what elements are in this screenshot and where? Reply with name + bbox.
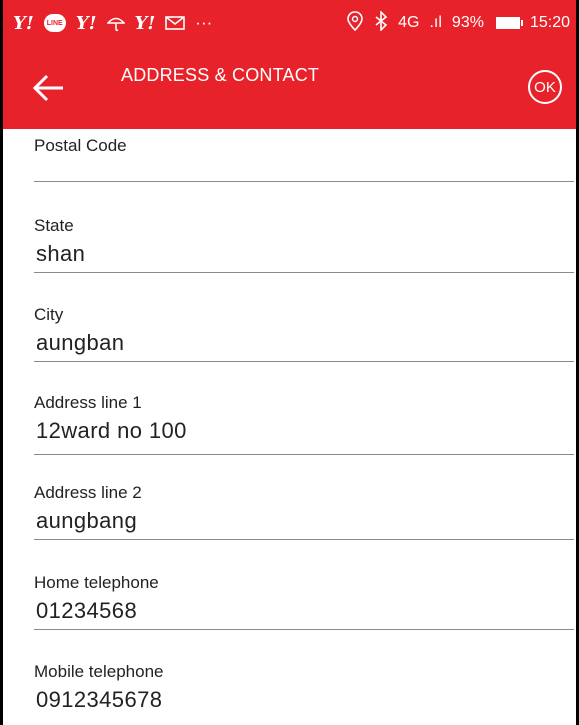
yahoo-icon: Y! bbox=[13, 12, 34, 34]
status-right: 4G .ıl 93% 15:20 bbox=[346, 9, 576, 36]
more-icon: ··· bbox=[195, 13, 213, 32]
network-icon: 4G bbox=[398, 14, 420, 31]
yahoo-icon: Y! bbox=[75, 12, 97, 34]
battery-icon bbox=[495, 17, 523, 29]
state-value[interactable]: shan bbox=[36, 240, 574, 268]
state-field[interactable]: State shan bbox=[34, 216, 574, 273]
city-underline bbox=[34, 361, 574, 362]
ok-button[interactable]: OK bbox=[528, 70, 562, 104]
yahoo-icon: Y! bbox=[134, 12, 156, 34]
address-line-2-field[interactable]: Address line 2 aungbang bbox=[34, 483, 574, 540]
state-label: State bbox=[34, 216, 74, 235]
app-bar: ADDRESS & CONTACT OK bbox=[3, 46, 576, 129]
signal-icon: .ıl bbox=[429, 14, 442, 31]
mobile-telephone-value[interactable]: 0912345678 bbox=[36, 686, 574, 714]
status-bar: Y! LINE Y! Y! ··· 4G .ıl 93% 15:20 bbox=[3, 0, 576, 46]
address-line-1-value[interactable]: 12ward no 100 bbox=[36, 417, 574, 445]
screen-frame: Y! LINE Y! Y! ··· 4G .ıl 93% 15:20 ADDRE… bbox=[0, 0, 579, 725]
home-telephone-label: Home telephone bbox=[34, 573, 159, 592]
postal-code-underline bbox=[34, 181, 574, 182]
address-line-2-underline bbox=[34, 539, 574, 540]
postal-code-label: Postal Code bbox=[34, 136, 127, 155]
battery-percent: 93% bbox=[451, 14, 484, 31]
page-title: ADDRESS & CONTACT bbox=[121, 65, 320, 85]
home-telephone-underline bbox=[34, 629, 574, 630]
back-arrow-icon[interactable] bbox=[31, 72, 67, 104]
mobile-telephone-field[interactable]: Mobile telephone 0912345678 bbox=[34, 662, 574, 714]
mail-icon bbox=[165, 15, 186, 31]
city-field[interactable]: City aungban bbox=[34, 305, 574, 362]
city-value[interactable]: aungban bbox=[36, 329, 574, 357]
address-line-1-underline bbox=[34, 454, 574, 455]
home-telephone-field[interactable]: Home telephone 01234568 bbox=[34, 573, 574, 630]
city-label: City bbox=[34, 305, 64, 324]
bluetooth-icon bbox=[374, 9, 388, 36]
line-icon: LINE bbox=[43, 14, 66, 32]
home-telephone-value[interactable]: 01234568 bbox=[36, 597, 574, 625]
address-line-1-label: Address line 1 bbox=[34, 393, 142, 412]
postal-code-field[interactable]: Postal Code bbox=[34, 136, 574, 182]
address-line-2-label: Address line 2 bbox=[34, 483, 142, 502]
state-underline bbox=[34, 272, 574, 273]
address-line-1-field[interactable]: Address line 1 12ward no 100 bbox=[34, 393, 574, 455]
mobile-telephone-label: Mobile telephone bbox=[34, 662, 164, 681]
umbrella-icon bbox=[106, 14, 125, 32]
address-line-2-value[interactable]: aungbang bbox=[36, 507, 574, 535]
clock: 15:20 bbox=[529, 14, 570, 31]
location-icon bbox=[346, 10, 364, 36]
